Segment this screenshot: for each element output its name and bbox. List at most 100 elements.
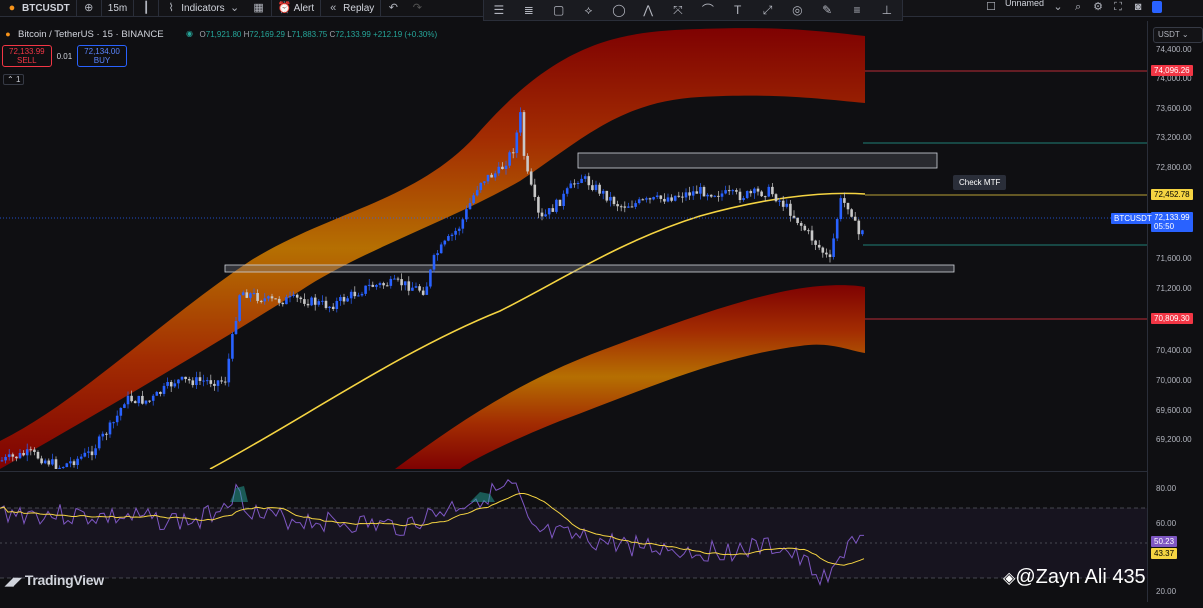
price-tick: 70,400.00 bbox=[1156, 346, 1192, 355]
candle-body bbox=[432, 255, 436, 270]
symbol-price-label: BTCUSDT bbox=[1111, 213, 1155, 224]
candle-body bbox=[306, 303, 310, 306]
candle-body bbox=[0, 460, 4, 462]
candle-body bbox=[774, 194, 778, 202]
candle-body bbox=[731, 190, 735, 192]
brush-icon[interactable]: ⌒ bbox=[702, 4, 714, 16]
candle-body bbox=[511, 152, 515, 154]
gear-icon[interactable]: ⚙ bbox=[1092, 1, 1104, 13]
candle-body bbox=[231, 334, 234, 359]
trendline-tools-icon[interactable]: ☰ bbox=[493, 4, 505, 16]
candle-body bbox=[313, 297, 317, 305]
candle-body bbox=[857, 220, 861, 235]
collapse-indicators-button[interactable]: ⌃ 1 bbox=[3, 74, 25, 85]
undo-button[interactable]: ↶ bbox=[380, 0, 405, 16]
camera-icon[interactable]: ◙ bbox=[1132, 1, 1144, 13]
sell-button[interactable]: 72,133.99 SELL bbox=[2, 45, 52, 67]
change-value: +212.19 (+0.30%) bbox=[373, 29, 438, 39]
redo-button[interactable]: ↷ bbox=[405, 0, 429, 16]
current-price-tag: 72,133.99 05:50 bbox=[1151, 212, 1193, 232]
search-icon[interactable]: ⌕ bbox=[1072, 1, 1084, 13]
candle-body bbox=[159, 391, 162, 394]
alert-button[interactable]: ⏰ Alert bbox=[270, 0, 321, 16]
legend-title[interactable]: Bitcoin / TetherUS · 15 · BINANCE bbox=[18, 29, 164, 40]
replay-button[interactable]: « Replay bbox=[320, 0, 380, 16]
candle-body bbox=[569, 183, 573, 189]
price-axis[interactable]: USDT ⌄ 74,400.00 74,000.00 73,600.00 73,… bbox=[1147, 21, 1203, 602]
measure-icon[interactable]: ⤢ bbox=[762, 4, 774, 16]
projection-icon[interactable]: ⤧ bbox=[672, 4, 684, 16]
circle-target-icon[interactable]: ◎ bbox=[791, 4, 803, 16]
templates-button[interactable]: ▦ bbox=[247, 0, 271, 16]
candle-body bbox=[526, 155, 529, 172]
undo-icon: ↶ bbox=[388, 2, 398, 14]
candle-body bbox=[457, 228, 461, 231]
candle-body bbox=[209, 380, 213, 384]
pattern-icon[interactable]: ⋀ bbox=[642, 4, 654, 16]
spread-value: 0.01 bbox=[56, 51, 73, 61]
candle-body bbox=[490, 174, 493, 178]
overbought-fill-2 bbox=[470, 492, 495, 502]
tradingview-logo[interactable]: ◢◤ TradingView bbox=[5, 572, 104, 588]
candle-body bbox=[681, 196, 684, 198]
grid-icon: ▦ bbox=[253, 2, 264, 14]
market-status-icon: ◉ bbox=[186, 29, 194, 38]
chart-type-button[interactable]: ┃ bbox=[133, 0, 158, 16]
trash-icon[interactable]: ⊥ bbox=[881, 4, 893, 16]
buy-button[interactable]: 72,134.00 BUY bbox=[77, 45, 127, 67]
currency-select[interactable]: USDT ⌄ bbox=[1153, 27, 1203, 43]
publish-button[interactable] bbox=[1152, 1, 1163, 13]
price-tick: 74,400.00 bbox=[1156, 45, 1192, 54]
collapse-count: 1 bbox=[15, 75, 21, 84]
chart-legend: ● Bitcoin / TetherUS · 15 · BINANCE ◉ O7… bbox=[2, 28, 437, 40]
tv-logo-icon: ◢◤ bbox=[5, 576, 22, 588]
candle-body bbox=[645, 198, 648, 200]
candle-body bbox=[522, 112, 526, 156]
layout-name[interactable]: Unnamed bbox=[1005, 0, 1044, 8]
candle-body bbox=[576, 182, 580, 184]
path-icon[interactable]: ⟡ bbox=[582, 4, 594, 16]
candle-body bbox=[4, 456, 7, 461]
checkbox-icon[interactable]: ☐ bbox=[985, 1, 997, 13]
candle-body bbox=[483, 181, 486, 183]
candle-body bbox=[544, 214, 547, 217]
candle-body bbox=[58, 467, 61, 469]
ellipse-icon[interactable]: ◯ bbox=[612, 4, 625, 16]
candle-body bbox=[515, 132, 519, 154]
candle-body bbox=[205, 380, 209, 382]
symbol-search[interactable]: ● BTCUSDT bbox=[0, 0, 76, 16]
candle-body bbox=[360, 293, 364, 296]
candle-body bbox=[594, 184, 598, 190]
candle-body bbox=[108, 422, 112, 435]
candle-body bbox=[173, 383, 177, 387]
candle-body bbox=[79, 456, 83, 459]
fib-icon[interactable]: ≣ bbox=[523, 4, 535, 16]
fullscreen-icon[interactable]: ⛶ bbox=[1112, 1, 1124, 13]
candle-body bbox=[22, 453, 25, 456]
bitcoin-icon: ● bbox=[5, 29, 11, 39]
indicators-button[interactable]: ⌇ Indicators ⌄ bbox=[158, 0, 246, 16]
candle-body bbox=[821, 247, 825, 253]
candle-body bbox=[130, 395, 133, 402]
rectangle-icon[interactable]: ▢ bbox=[553, 4, 565, 16]
candle-body bbox=[735, 190, 738, 192]
rsi-pane[interactable] bbox=[0, 471, 1147, 603]
interval-button[interactable]: 15m bbox=[100, 0, 133, 16]
price-chart[interactable] bbox=[0, 21, 1147, 474]
candle-body bbox=[533, 184, 537, 197]
lines-icon[interactable]: ≡ bbox=[851, 4, 863, 16]
candle-body bbox=[25, 449, 29, 456]
candle-body bbox=[223, 381, 227, 383]
lower-band bbox=[395, 285, 865, 469]
compare-button[interactable]: ⊕ bbox=[75, 0, 101, 16]
candle-body bbox=[7, 454, 11, 457]
candle-body bbox=[832, 238, 835, 257]
candle-body bbox=[619, 206, 623, 208]
candle-body bbox=[648, 198, 652, 200]
text-icon[interactable]: T bbox=[732, 4, 744, 16]
price-tick: 70,000.00 bbox=[1156, 376, 1192, 385]
candle-body bbox=[666, 197, 670, 202]
chevron-down-icon[interactable]: ⌄ bbox=[1052, 1, 1064, 13]
check-mtf-label[interactable]: Check MTF bbox=[953, 175, 1007, 190]
pen-icon[interactable]: ✎ bbox=[821, 4, 833, 16]
